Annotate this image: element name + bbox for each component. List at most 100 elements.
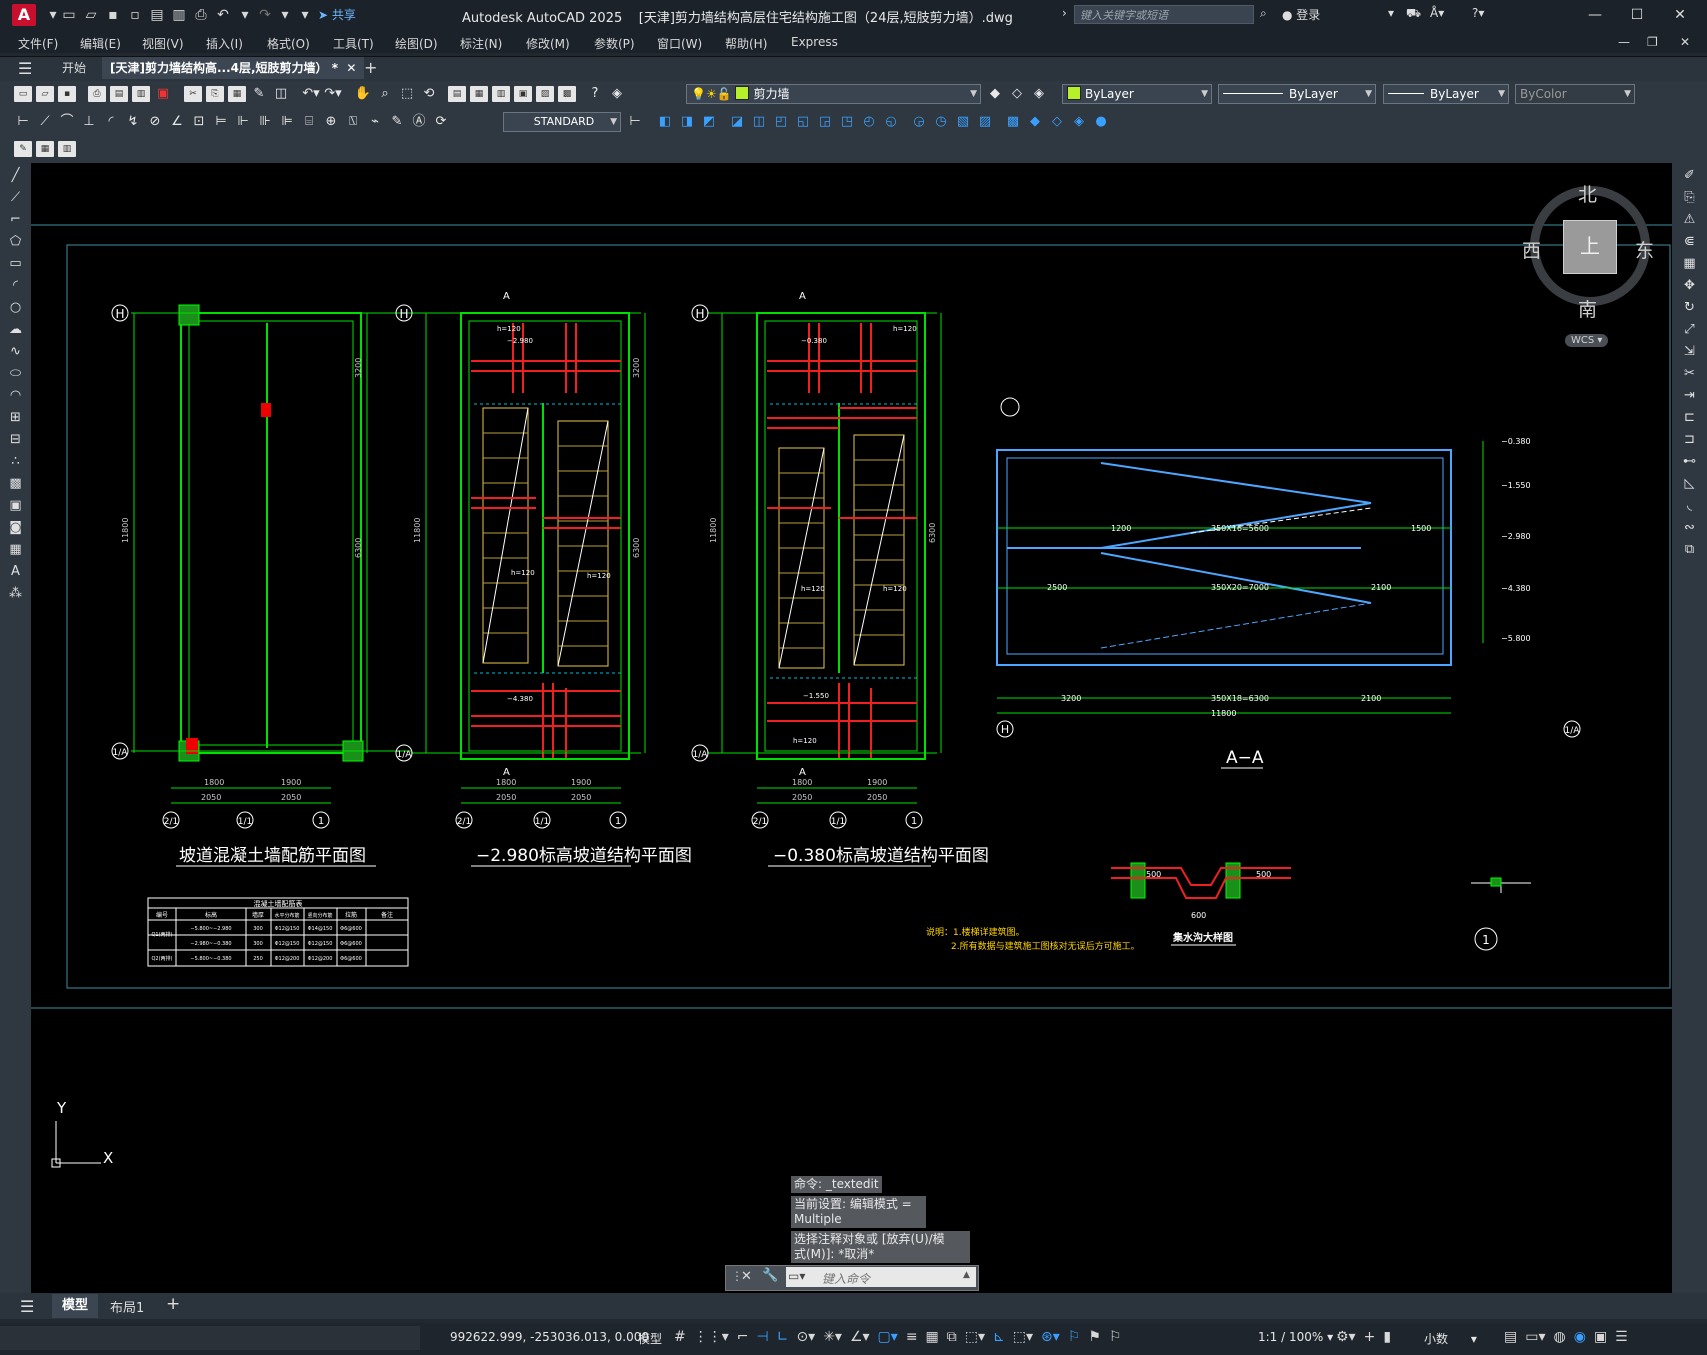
calculator-icon[interactable]: ▩ bbox=[558, 86, 576, 102]
snap-icon[interactable]: ⋮⋮▾ bbox=[694, 1329, 729, 1345]
intersect-icon[interactable]: ◩ bbox=[700, 114, 718, 130]
move-faces-icon[interactable]: ◫ bbox=[750, 114, 768, 130]
new-tab-button[interactable]: + bbox=[356, 57, 385, 79]
rectangle-icon[interactable]: ▭ bbox=[6, 255, 26, 273]
zoom-realtime-icon[interactable]: ⌕ bbox=[376, 86, 394, 102]
break-icon[interactable]: ⊐ bbox=[1680, 431, 1700, 449]
share-button[interactable]: ➤ 共享 bbox=[318, 6, 356, 23]
fillet-icon[interactable]: ◟ bbox=[1680, 497, 1700, 515]
search-input[interactable]: 键入关键字或短语 bbox=[1074, 5, 1254, 24]
clean-screen-icon[interactable]: ▣ bbox=[1594, 1329, 1607, 1345]
tab-start[interactable]: 开始 bbox=[54, 57, 94, 79]
menu-edit[interactable]: 编辑(E) bbox=[80, 35, 121, 52]
customize-icon[interactable]: ▾ bbox=[296, 6, 314, 24]
lineweight-dropdown[interactable]: ByLayer ▼ bbox=[1383, 84, 1509, 104]
copy-faces-icon[interactable]: ◴ bbox=[860, 114, 878, 130]
close-button[interactable]: ✕ bbox=[1660, 3, 1700, 27]
reinforcement-table[interactable]: 混凝土墙配筋表 编号 标高 墙厚 水平分布筋 竖向分布筋 拉筋 备注 Q1(两排… bbox=[147, 897, 409, 967]
plan-wall-reinforcement[interactable]: H 1/A 11800 3200 6300 1800 1900 2050 205… bbox=[111, 304, 411, 867]
trim-icon[interactable]: ✂ bbox=[1680, 365, 1700, 383]
command-prompt-icon[interactable]: ▭▾ bbox=[788, 1269, 805, 1283]
extend-icon[interactable]: ⇥ bbox=[1680, 387, 1700, 405]
dim-edit-icon[interactable]: ✎ bbox=[388, 114, 406, 130]
subtract-icon[interactable]: ◨ bbox=[678, 114, 696, 130]
menu-format[interactable]: 格式(O) bbox=[267, 35, 310, 52]
trench-detail[interactable]: 500 500 600 集水沟大样图 1 bbox=[1111, 862, 1531, 951]
inspection-icon[interactable]: ⍂ bbox=[344, 114, 362, 130]
dim-break-icon[interactable]: ⊫ bbox=[278, 114, 296, 130]
dim-update-icon[interactable]: ⟳ bbox=[432, 114, 450, 130]
isolate-objects-icon[interactable]: ◍ bbox=[1554, 1329, 1566, 1345]
transparency-icon[interactable]: ▦ bbox=[926, 1329, 939, 1345]
aligned-dim-icon[interactable]: ⟋ bbox=[36, 114, 54, 130]
find-icon[interactable]: ▦ bbox=[36, 141, 54, 157]
model-space-button[interactable]: 模型 bbox=[638, 1330, 662, 1347]
menu-modify[interactable]: 修改(M) bbox=[526, 35, 570, 52]
doc-close-button[interactable]: ✕ bbox=[1680, 35, 1690, 49]
customize-wrench-icon[interactable]: 🔧 bbox=[762, 1268, 778, 1283]
object-snap-icon[interactable]: ▢▾ bbox=[878, 1329, 898, 1345]
copy-icon[interactable]: ⎘ bbox=[206, 86, 224, 102]
object-snap-tracking-icon[interactable]: ∠▾ bbox=[850, 1329, 870, 1345]
join-icon[interactable]: ⊷ bbox=[1680, 453, 1700, 471]
drawing-canvas[interactable]: H 1/A 11800 3200 6300 1800 1900 2050 205… bbox=[31, 163, 1672, 1293]
save-icon[interactable]: ▪ bbox=[58, 86, 76, 102]
properties-icon[interactable]: ▤ bbox=[448, 86, 466, 102]
plan-2980[interactable]: h=120 −2.980 h=120 h=120 −4.380 H 1/A A … bbox=[395, 291, 692, 867]
selection-cycling-icon[interactable]: ⧉ bbox=[947, 1329, 957, 1345]
infer-constraints-icon[interactable]: ⌐ bbox=[737, 1329, 749, 1345]
table-icon[interactable]: ▦ bbox=[6, 541, 26, 559]
layer-previous-icon[interactable]: ◇ bbox=[1008, 86, 1026, 102]
publish-icon[interactable]: ▤ bbox=[148, 6, 166, 24]
jogged-dim-icon[interactable]: ↯ bbox=[124, 114, 142, 130]
polyline-icon[interactable]: ⌐ bbox=[6, 211, 26, 229]
zoom-previous-icon[interactable]: ⟲ bbox=[420, 86, 438, 102]
sheet-set-icon[interactable]: ▣ bbox=[514, 86, 532, 102]
grid-icon[interactable]: # bbox=[674, 1329, 686, 1345]
center-mark-icon[interactable]: ⊕ bbox=[322, 114, 340, 130]
layer-states-icon[interactable]: ◈ bbox=[1030, 86, 1048, 102]
revision-cloud-icon[interactable]: ☁ bbox=[6, 321, 26, 339]
isodraft-icon[interactable]: ✳▾ bbox=[823, 1329, 842, 1345]
region-icon[interactable]: ◙ bbox=[6, 519, 26, 537]
scale-icon[interactable]: ⤢ bbox=[1680, 321, 1700, 339]
coordinates-readout[interactable]: 992622.999, -253036.013, 0.000 bbox=[450, 1330, 649, 1344]
insert-block-icon[interactable]: ⊞ bbox=[6, 409, 26, 427]
make-block-icon[interactable]: ⊟ bbox=[6, 431, 26, 449]
menu-express[interactable]: Express bbox=[791, 35, 838, 49]
dim-space-icon[interactable]: ⊪ bbox=[256, 114, 274, 130]
mtext-icon[interactable]: A bbox=[6, 563, 26, 581]
workspace-gear-icon[interactable]: ⚙▾ bbox=[1336, 1329, 1356, 1345]
compass-north[interactable]: 北 bbox=[1578, 180, 1597, 207]
mirror-icon[interactable]: ⚠ bbox=[1680, 211, 1700, 229]
baseline-dim-icon[interactable]: ⊨ bbox=[212, 114, 230, 130]
color-dropdown[interactable]: ByLayer ▼ bbox=[1062, 84, 1212, 104]
tool-palettes-icon[interactable]: ▥ bbox=[492, 86, 510, 102]
menu-file[interactable]: 文件(F) bbox=[18, 35, 58, 52]
ordinate-dim-icon[interactable]: ⊥ bbox=[80, 114, 98, 130]
compass-south[interactable]: 南 bbox=[1578, 295, 1597, 322]
clean-icon[interactable]: ◷ bbox=[932, 114, 950, 130]
menu-tools[interactable]: 工具(T) bbox=[333, 35, 374, 52]
add-selected-icon[interactable]: ⁂ bbox=[6, 585, 26, 603]
sphere-icon[interactable]: ● bbox=[1092, 114, 1110, 130]
user-button[interactable]: ● 登录 bbox=[1282, 6, 1320, 23]
auto-scale-icon[interactable]: ⚑ bbox=[1088, 1329, 1101, 1345]
jogged-linear-icon[interactable]: ⌁ bbox=[366, 114, 384, 130]
help-icon[interactable]: ?▾ bbox=[1472, 6, 1484, 20]
redo-icon[interactable]: ↷▾ bbox=[324, 86, 342, 102]
search-expand-icon[interactable]: › bbox=[1062, 6, 1067, 20]
array-icon[interactable]: ▦ bbox=[1680, 255, 1700, 273]
pdf-icon[interactable]: ▣ bbox=[154, 86, 172, 102]
spell-check-icon[interactable]: ▥ bbox=[58, 141, 76, 157]
radius-dim-icon[interactable]: ◜ bbox=[102, 114, 120, 130]
lineweight-icon[interactable]: ≡ bbox=[906, 1329, 918, 1345]
menu-help[interactable]: 帮助(H) bbox=[725, 35, 767, 52]
ortho-icon[interactable]: ∟ bbox=[777, 1329, 789, 1345]
dim-text-edit-icon[interactable]: Ⓐ bbox=[410, 114, 428, 130]
separate-icon[interactable]: ▧ bbox=[954, 114, 972, 130]
blend-curves-icon[interactable]: ∾ bbox=[1680, 519, 1700, 537]
chamfer-icon[interactable]: ◺ bbox=[1680, 475, 1700, 493]
menu-parametric[interactable]: 参数(P) bbox=[594, 35, 635, 52]
doc-restore-button[interactable]: ❐ bbox=[1647, 35, 1658, 49]
